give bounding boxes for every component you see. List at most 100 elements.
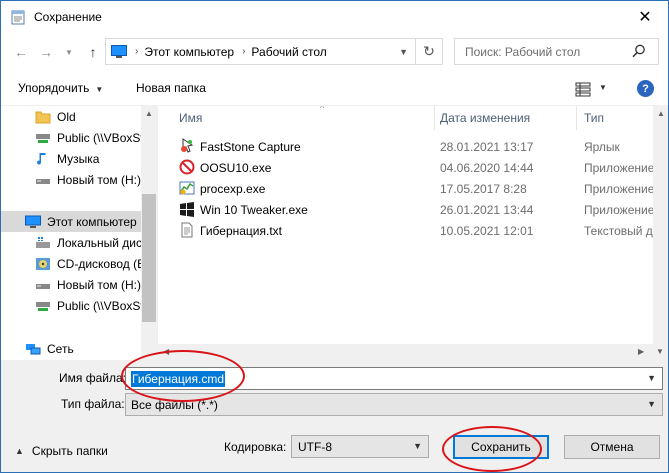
file-row[interactable]: FastStone Capture 28.01.2021 13:17 Ярлык [158, 136, 653, 157]
sidebar-item-network[interactable]: Сеть [1, 338, 141, 359]
drive-icon [36, 178, 50, 184]
view-options-icon[interactable] [575, 81, 591, 97]
up-button[interactable]: ↑ [83, 42, 103, 62]
chevron-down-icon[interactable]: ▼ [647, 373, 656, 383]
sidebar-item-local-disk[interactable]: Локальный дис [1, 232, 141, 253]
sidebar-scrollbar[interactable]: ▲ [141, 106, 157, 360]
file-row[interactable]: procexp.exe 17.05.2017 8:28 Приложение [158, 178, 654, 199]
breadcrumb-this-pc[interactable]: Этот компьютер [144, 45, 234, 59]
scroll-up-icon[interactable]: ▲ [657, 109, 665, 118]
save-dialog: Сохранение ✕ ← → ▼ ↑ › Этот компьютер › … [0, 0, 669, 473]
chevron-down-icon: ▼ [95, 85, 104, 94]
breadcrumb-separator: › [135, 46, 139, 57]
close-icon: ✕ [638, 8, 652, 26]
computer-icon [111, 45, 127, 58]
scroll-right-icon[interactable]: ▶ [638, 347, 644, 356]
file-row[interactable]: Win 10 Tweaker.exe 26.01.2021 13:44 Прил… [158, 199, 654, 220]
up-arrow-icon: ↑ [89, 44, 97, 60]
scroll-up-icon[interactable]: ▲ [145, 109, 153, 118]
drive-icon [36, 283, 50, 289]
scroll-left-icon[interactable]: ◀ [163, 347, 169, 356]
text-file-icon [181, 222, 193, 238]
hide-folders-button[interactable]: ▲ Скрыть папки [15, 444, 108, 458]
filetype-value: Все файлы (*.*) [131, 398, 218, 412]
windows-drive-icon [36, 236, 50, 248]
column-header-date[interactable]: Дата изменения [440, 106, 570, 130]
chevron-down-icon[interactable]: ▼ [413, 441, 422, 451]
sidebar-item-volume-h-2[interactable]: Новый том (H:) [1, 274, 141, 295]
close-button[interactable]: ✕ [622, 1, 668, 32]
sidebar-item-cd-drive[interactable]: CD-дисковод (E [1, 253, 141, 274]
forward-button[interactable]: → [36, 42, 56, 62]
search-placeholder: Поиск: Рабочий стол [465, 45, 581, 59]
sidebar-item-music[interactable]: Музыка [1, 148, 141, 169]
procexp-icon [179, 181, 195, 195]
chevron-down-icon: ▼ [65, 47, 73, 57]
sidebar-item-volume-h[interactable]: Новый том (H:) [1, 169, 141, 190]
windows-logo-icon [180, 202, 194, 217]
sidebar-item-public-share[interactable]: Public (\\VBoxSv [1, 127, 141, 148]
encoding-label: Кодировка: [224, 440, 287, 454]
filename-input[interactable]: Гибернация.cmd [131, 371, 225, 387]
back-button[interactable]: ← [11, 42, 31, 62]
navigation-bar: ← → ▼ ↑ › Этот компьютер › Рабочий стол … [1, 32, 668, 72]
search-input[interactable]: Поиск: Рабочий стол [454, 38, 659, 65]
refresh-icon: ↻ [423, 43, 435, 59]
sort-arrow-icon: ^ [320, 106, 325, 113]
cd-drive-icon [36, 257, 50, 270]
network-drive-icon [36, 133, 50, 143]
column-divider[interactable] [434, 106, 435, 130]
chevron-down-icon[interactable]: ▼ [647, 399, 656, 409]
command-bar: Упорядочить ▼ Новая папка ▼ ? [1, 72, 668, 106]
title-bar: Сохранение ✕ [1, 1, 668, 32]
organize-button[interactable]: Упорядочить ▼ [18, 81, 103, 95]
file-list-vertical-scrollbar[interactable]: ▲ [653, 106, 668, 344]
navigation-pane: Old Public (\\VBoxSv Музыка Новый том (H… [1, 106, 157, 360]
scroll-corner: ▼ [653, 344, 668, 360]
music-icon [37, 152, 46, 165]
network-icon [26, 343, 41, 354]
search-icon [632, 44, 645, 58]
recent-locations-button[interactable]: ▼ [59, 42, 79, 62]
filename-label: Имя файла: [59, 371, 126, 385]
chevron-down-icon[interactable]: ▼ [399, 47, 408, 57]
column-header-name[interactable]: Имя ^ [179, 106, 429, 130]
file-row[interactable]: OOSU10.exe 04.06.2020 14:44 Приложение [158, 157, 654, 178]
refresh-button[interactable]: ↻ [415, 39, 442, 64]
notepad-icon [11, 10, 25, 24]
sidebar-scroll-thumb[interactable] [142, 194, 156, 322]
back-arrow-icon: ← [14, 44, 28, 60]
scroll-down-icon[interactable]: ▼ [656, 347, 664, 356]
computer-icon [25, 215, 41, 228]
hide-folders-label: Скрыть папки [31, 444, 108, 458]
file-list-horizontal-scrollbar[interactable]: ◀ ▶ [158, 344, 653, 360]
chevron-up-icon: ▲ [15, 446, 24, 456]
breadcrumb-separator: › [242, 46, 246, 57]
organize-label: Упорядочить [18, 81, 90, 95]
sidebar-item-public-share-2[interactable]: Public (\\VBoxSv [1, 295, 141, 316]
file-row[interactable]: Гибернация.txt 10.05.2021 12:01 Текстовы… [158, 220, 668, 241]
forward-arrow-icon: → [39, 44, 53, 60]
folder-icon [35, 111, 51, 123]
sidebar-item-this-pc[interactable]: Этот компьютер [1, 211, 141, 232]
filename-combobox[interactable]: Гибернация.cmd ▼ [125, 367, 663, 390]
filetype-select[interactable]: Все файлы (*.*) ▼ [125, 393, 663, 416]
filetype-label: Тип файла: [61, 397, 125, 411]
chevron-down-icon[interactable]: ▼ [599, 83, 607, 92]
window-title: Сохранение [34, 9, 102, 24]
file-list: Имя ^ Дата изменения Тип FastStone Captu… [158, 106, 668, 360]
address-bar[interactable]: › Этот компьютер › Рабочий стол ▼ ↻ [105, 38, 443, 65]
breadcrumb-desktop[interactable]: Рабочий стол [251, 45, 326, 59]
network-drive-icon [36, 301, 50, 311]
column-divider[interactable] [576, 106, 577, 130]
encoding-select[interactable]: UTF-8 ▼ [291, 435, 429, 458]
help-icon[interactable]: ? [637, 80, 654, 97]
sidebar-item-old[interactable]: Old [1, 106, 141, 127]
cancel-button[interactable]: Отмена [564, 435, 660, 459]
new-folder-button[interactable]: Новая папка [136, 81, 206, 95]
save-button[interactable]: Сохранить [453, 435, 549, 459]
oosu-icon [179, 159, 195, 175]
faststone-shortcut-icon [181, 138, 194, 153]
encoding-value: UTF-8 [298, 440, 332, 454]
column-header-type[interactable]: Тип [584, 106, 654, 130]
